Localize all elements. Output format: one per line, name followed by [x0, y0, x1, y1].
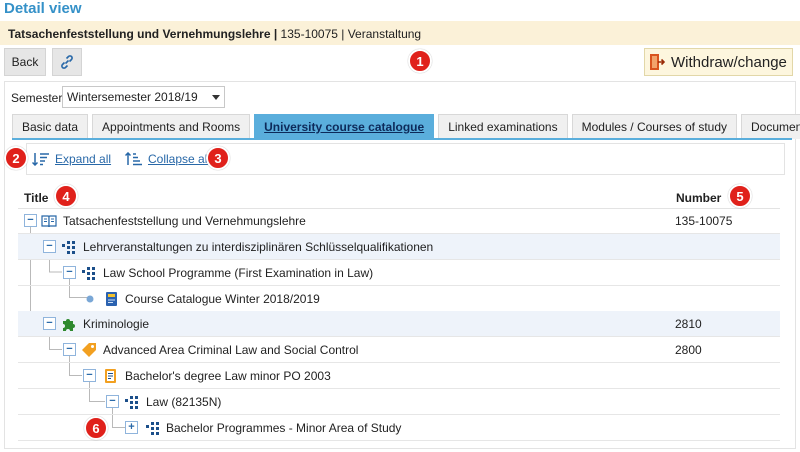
- tab-basic-data[interactable]: Basic data: [12, 114, 89, 139]
- tree-row-label: Bachelor's degree Law minor PO 2003: [125, 369, 331, 383]
- expand-all-link[interactable]: Expand all: [32, 152, 111, 166]
- collapse-toggle-icon[interactable]: −: [43, 240, 56, 253]
- collapse-toggle-icon[interactable]: −: [63, 343, 76, 356]
- callout-badge-6: 6: [84, 416, 108, 440]
- tree-row-label: Course Catalogue Winter 2018/2019: [125, 292, 320, 306]
- tree-row-number: 135-10075: [675, 214, 733, 228]
- structure-icon: [62, 241, 75, 254]
- collapse-toggle-icon[interactable]: −: [43, 317, 56, 330]
- semester-label: Semester: [11, 91, 63, 105]
- tree-row[interactable]: − Lehrveranstaltungen zu interdisziplinä…: [18, 234, 780, 260]
- catalog-icon: [106, 292, 117, 306]
- tree-row-number: 2800: [675, 343, 702, 357]
- column-header-title[interactable]: Title: [24, 191, 48, 205]
- course-meta: 135-10075 | Veranstaltung: [280, 27, 422, 41]
- semester-value: Wintersemester 2018/19: [67, 90, 198, 104]
- collapse-toggle-icon[interactable]: −: [106, 395, 119, 408]
- tag-icon: [82, 343, 96, 357]
- expand-toggle-icon[interactable]: +: [125, 421, 138, 434]
- tree-row-label: Lehrveranstaltungen zu interdisziplinäre…: [83, 240, 434, 254]
- tree-row[interactable]: Course Catalogue Winter 2018/2019: [18, 286, 780, 312]
- collapse-toggle-icon[interactable]: −: [63, 266, 76, 279]
- course-title-bar: Tatsachenfeststellung und Vernehmungsleh…: [0, 21, 800, 45]
- tree-row[interactable]: − Bachelor's degree Law minor PO 2003: [18, 363, 780, 389]
- expand-all-label: Expand all: [55, 152, 112, 166]
- tree-row[interactable]: − Kriminologie 2810: [18, 311, 780, 337]
- structure-icon: [82, 267, 95, 280]
- collapse-toggle-icon[interactable]: −: [24, 214, 37, 227]
- tab-bar: Basic data Appointments and Rooms Univer…: [12, 114, 800, 139]
- link-icon: [61, 55, 73, 69]
- expand-all-icon: [32, 153, 49, 166]
- tree-row-label: Law School Programme (First Examination …: [103, 266, 374, 280]
- exit-door-icon: [650, 54, 665, 70]
- tree-row-label: Tatsachenfeststellung und Vernehmungsleh…: [63, 214, 306, 228]
- collapse-toggle-icon[interactable]: −: [83, 369, 96, 382]
- page-title: Detail view: [4, 0, 82, 17]
- withdraw-change-label: Withdraw/change: [671, 53, 787, 71]
- tab-university-course-catalogue[interactable]: University course catalogue: [254, 114, 435, 139]
- callout-badge-4: 4: [54, 184, 78, 208]
- collapse-all-icon: [125, 152, 142, 166]
- tree-row[interactable]: − Law (82135N): [18, 389, 780, 415]
- leaf-dot-icon: [86, 295, 94, 303]
- course-title: Tatsachenfeststellung und Vernehmungsleh…: [8, 27, 271, 41]
- collapse-all-label: Collapse all: [148, 152, 211, 166]
- permalink-button[interactable]: [52, 48, 82, 76]
- collapse-all-link[interactable]: Collapse all: [125, 152, 210, 166]
- tree-row[interactable]: − Tatsachenfeststellung und Vernehmungsl…: [18, 208, 780, 234]
- tab-modules-courses-of-study[interactable]: Modules / Courses of study: [571, 114, 737, 139]
- callout-badge-5: 5: [728, 184, 752, 208]
- title-separator: |: [273, 27, 278, 41]
- tree-row[interactable]: − Law School Programme (First Examinatio…: [18, 260, 780, 286]
- chevron-down-icon: [212, 94, 220, 100]
- column-header-number[interactable]: Number: [676, 191, 721, 205]
- tree-row-label: Kriminologie: [83, 317, 150, 331]
- semester-select[interactable]: Wintersemester 2018/19: [62, 86, 225, 108]
- tree-row[interactable]: − Advanced Area Criminal Law and Social …: [18, 337, 780, 363]
- structure-icon: [125, 396, 138, 409]
- toolbar: Back Withdraw/change: [0, 45, 800, 80]
- tree-row-label: Advanced Area Criminal Law and Social Co…: [103, 343, 359, 357]
- degree-icon: [105, 369, 116, 383]
- back-button[interactable]: Back: [4, 48, 46, 76]
- withdraw-change-button[interactable]: Withdraw/change: [644, 48, 793, 76]
- tab-linked-examinations[interactable]: Linked examinations: [438, 114, 568, 139]
- callout-badge-1: 1: [408, 49, 432, 73]
- tree-row[interactable]: + Bachelor Programmes - Minor Area of St…: [18, 415, 780, 441]
- tab-documents[interactable]: Documents: [741, 114, 800, 139]
- callout-badge-3: 3: [206, 146, 230, 170]
- structure-icon: [146, 422, 159, 435]
- tab-appointments-and-rooms[interactable]: Appointments and Rooms: [92, 114, 251, 139]
- book-icon: [41, 215, 57, 228]
- tree-row-label: Bachelor Programmes - Minor Area of Stud…: [166, 421, 402, 435]
- tree-row-number: 2810: [675, 317, 702, 331]
- tab-underline: [12, 138, 792, 140]
- tree-header: Title Number: [18, 183, 780, 209]
- callout-badge-2: 2: [4, 146, 28, 170]
- tree-row-label: Law (82135N): [146, 395, 222, 409]
- puzzle-icon: [63, 319, 75, 331]
